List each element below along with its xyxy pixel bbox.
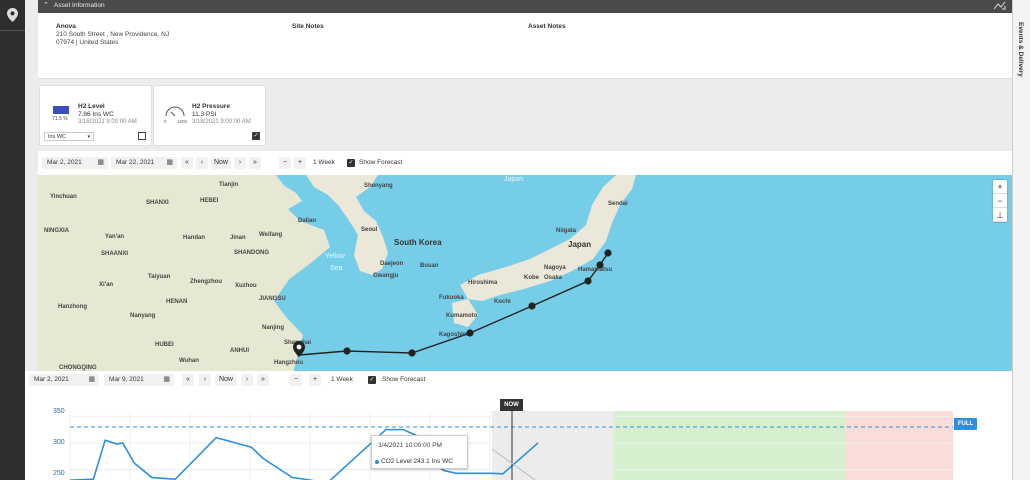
- next-button[interactable]: ›: [234, 157, 246, 169]
- date-text: Mar 2, 2021: [34, 376, 69, 383]
- date-text: Mar 2, 2021: [47, 159, 82, 166]
- forecast-label[interactable]: Show Forecast: [382, 374, 425, 386]
- map-toolbar: Mar 2, 2021 ▦ Mar 22, 2021 ▦ « ‹ Now › » −…: [38, 151, 1012, 175]
- card-checkbox[interactable]: [138, 132, 146, 140]
- next-button[interactable]: ›: [241, 374, 253, 386]
- full-level-label: FULL: [954, 418, 977, 430]
- series-dot: [375, 460, 379, 464]
- card-value: 11.3 PSI: [192, 111, 217, 118]
- range-label: 1 Week: [313, 159, 335, 166]
- header-title: Asset Information: [54, 2, 105, 9]
- zoom-in-range-button[interactable]: +: [309, 374, 321, 386]
- card-date: 3/18/2021 9:00:00 AM: [192, 119, 251, 125]
- divider: [0, 30, 25, 31]
- chart-tooltip: 3/4/2021 10:00:00 PM CO2 Level 243.1 Ins…: [371, 435, 468, 469]
- y-tick-label: 300: [53, 439, 65, 446]
- card-title: H2 Level: [78, 103, 105, 110]
- asset-notes-label: Asset Notes: [528, 23, 566, 30]
- gauge-min: 0: [164, 119, 167, 124]
- asset-info-header[interactable]: ⌃ Asset Information: [38, 0, 1012, 13]
- first-page-button[interactable]: «: [182, 374, 194, 386]
- tank-level-pct: 71.5 %: [52, 116, 68, 122]
- tank-level-icon: [53, 106, 69, 114]
- chevron-down-icon: ▾: [87, 134, 90, 140]
- zoom-out-range-button[interactable]: −: [279, 157, 291, 169]
- tooltip-value: CO2 Level 243.1 Ins WC: [381, 458, 453, 465]
- gauge-icon: [164, 104, 186, 120]
- forecast-checkbox[interactable]: ✓: [368, 376, 376, 384]
- last-page-button[interactable]: »: [257, 374, 269, 386]
- unit-select[interactable]: Ins WC ▾: [44, 132, 94, 141]
- chart-panel: Mar 2, 2021 ▦ Mar 9, 2021 ▦ « ‹ Now › » − …: [25, 371, 1012, 480]
- now-button[interactable]: Now: [215, 374, 237, 386]
- y-tick-label: 250: [53, 470, 65, 477]
- map-end-date[interactable]: Mar 22, 2021 ▦: [111, 157, 177, 169]
- h2-pressure-card[interactable]: 0 1500 H2 Pressure 11.3 PSI 3/18/2021 9:…: [153, 85, 266, 146]
- card-date: 3/18/2021 9:00:00 AM: [78, 119, 137, 125]
- prev-button[interactable]: ‹: [199, 374, 211, 386]
- route-map[interactable]: Yinchuan SHANXI HEBEI Tianjin NINGXIA Ji…: [38, 175, 1012, 373]
- card-title: H2 Pressure: [192, 103, 230, 110]
- first-page-button[interactable]: «: [181, 157, 193, 169]
- card-value: 7.86 Ins WC: [78, 111, 114, 118]
- chart-expand-icon[interactable]: [993, 1, 1006, 12]
- calendar-icon[interactable]: ▦: [97, 157, 104, 169]
- left-nav-rail: [0, 0, 25, 480]
- forecast-checkbox[interactable]: ✓: [347, 159, 355, 167]
- h2-level-card[interactable]: 71.5 % H2 Level 7.86 Ins WC 3/18/2021 9:…: [39, 85, 152, 146]
- route-marker: [343, 249, 612, 357]
- calendar-icon[interactable]: ▦: [88, 374, 95, 386]
- address-line-2: 07974 | United States: [56, 39, 119, 46]
- card-checkbox[interactable]: ✓: [252, 132, 260, 140]
- date-text: Mar 22, 2021: [116, 159, 155, 166]
- forecast-label[interactable]: Show Forecast: [359, 157, 402, 169]
- asset-info-panel: Anova 210 South Street , New Providence,…: [38, 13, 1012, 79]
- calendar-icon[interactable]: ▦: [166, 157, 173, 169]
- zoom-out-range-button[interactable]: −: [290, 374, 302, 386]
- now-marker-label: NOW: [500, 399, 523, 411]
- chart-start-date[interactable]: Mar 2, 2021 ▦: [29, 374, 99, 386]
- route-markers: [343, 249, 612, 357]
- co2-level-chart[interactable]: [25, 371, 1012, 480]
- events-delivery-rail[interactable]: Events & Delivery: [1012, 0, 1030, 480]
- chart-end-date[interactable]: Mar 9, 2021 ▦: [104, 374, 174, 386]
- gauge-max: 1500: [177, 119, 188, 124]
- events-delivery-label[interactable]: Events & Delivery: [1017, 22, 1024, 77]
- asset-name: Anova: [56, 23, 76, 30]
- range-label: 1 Week: [331, 376, 353, 383]
- calendar-icon[interactable]: ▦: [163, 374, 170, 386]
- date-text: Mar 9, 2021: [109, 376, 144, 383]
- prev-button[interactable]: ‹: [196, 157, 208, 169]
- last-page-button[interactable]: »: [249, 157, 261, 169]
- tooltip-time: 3/4/2021 10:00:00 PM: [378, 442, 442, 449]
- site-notes-label: Site Notes: [292, 23, 324, 30]
- location-pin-icon[interactable]: [7, 8, 18, 24]
- collapse-chevron-icon[interactable]: ⌃: [43, 1, 49, 9]
- zoom-in-range-button[interactable]: +: [294, 157, 306, 169]
- unit-select-value: Ins WC: [48, 134, 67, 140]
- map-start-date[interactable]: Mar 2, 2021 ▦: [42, 157, 108, 169]
- now-button[interactable]: Now: [211, 157, 231, 169]
- y-tick-label: 350: [53, 408, 65, 415]
